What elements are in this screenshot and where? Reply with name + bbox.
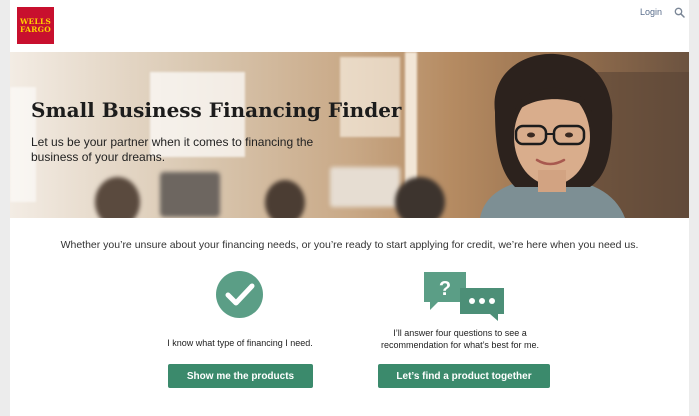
page: WELLS FARGO Login Small Business Financi… bbox=[10, 0, 689, 416]
hero-bg-person bbox=[95, 177, 140, 218]
question-mark-text: ? bbox=[439, 278, 451, 300]
logo-line-2: FARGO bbox=[20, 24, 51, 34]
hero-bg-person bbox=[265, 180, 305, 218]
login-link[interactable]: Login bbox=[640, 7, 662, 17]
intro-text: Whether you’re unsure about your financi… bbox=[60, 239, 639, 251]
option-right-caption: I’ll answer four questions to see a reco… bbox=[381, 328, 539, 350]
wells-fargo-logo[interactable]: WELLS FARGO bbox=[17, 7, 54, 44]
hero-subtitle: Let us be your partner when it comes to … bbox=[31, 135, 314, 164]
checkmark-circle-icon bbox=[216, 271, 263, 318]
search-icon[interactable] bbox=[674, 7, 685, 18]
hero-bg-desk bbox=[160, 172, 220, 217]
page-title: Small Business Financing Finder bbox=[31, 98, 402, 122]
woman-portrait-photo bbox=[480, 53, 689, 218]
hero-bg-window bbox=[340, 57, 400, 137]
hero-banner: Small Business Financing Finder Let us b… bbox=[10, 52, 689, 218]
chat-bubbles-icon: ? bbox=[424, 272, 504, 321]
option-left-caption: I know what type of financing I need. bbox=[167, 338, 313, 348]
find-product-together-button[interactable]: Let’s find a product together bbox=[378, 364, 550, 388]
hero-bg-person bbox=[395, 177, 445, 218]
hero-bg-monitor bbox=[330, 167, 400, 207]
show-products-button[interactable]: Show me the products bbox=[168, 364, 313, 388]
